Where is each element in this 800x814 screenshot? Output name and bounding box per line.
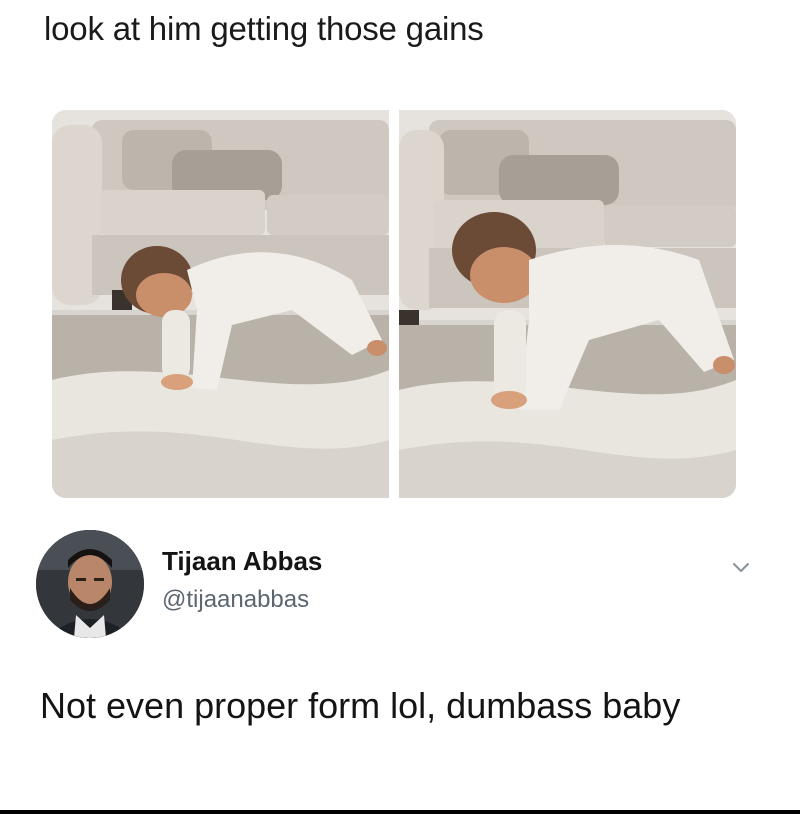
- tweet-text: Not even proper form lol, dumbass baby: [40, 685, 681, 726]
- photo-baby-pushup-1[interactable]: [52, 110, 389, 498]
- display-name[interactable]: Tijaan Abbas: [162, 546, 322, 577]
- user-handle[interactable]: @tijaanabbas: [162, 586, 309, 614]
- media-grid[interactable]: [52, 110, 736, 498]
- tweet-header: Tijaan Abbas @tijaanabbas: [36, 530, 766, 640]
- avatar[interactable]: [36, 530, 144, 638]
- post-caption: look at him getting those gains: [44, 10, 484, 47]
- chevron-down-icon[interactable]: [730, 556, 752, 578]
- bottom-divider: [0, 810, 800, 814]
- photo-baby-pushup-2[interactable]: [399, 110, 736, 498]
